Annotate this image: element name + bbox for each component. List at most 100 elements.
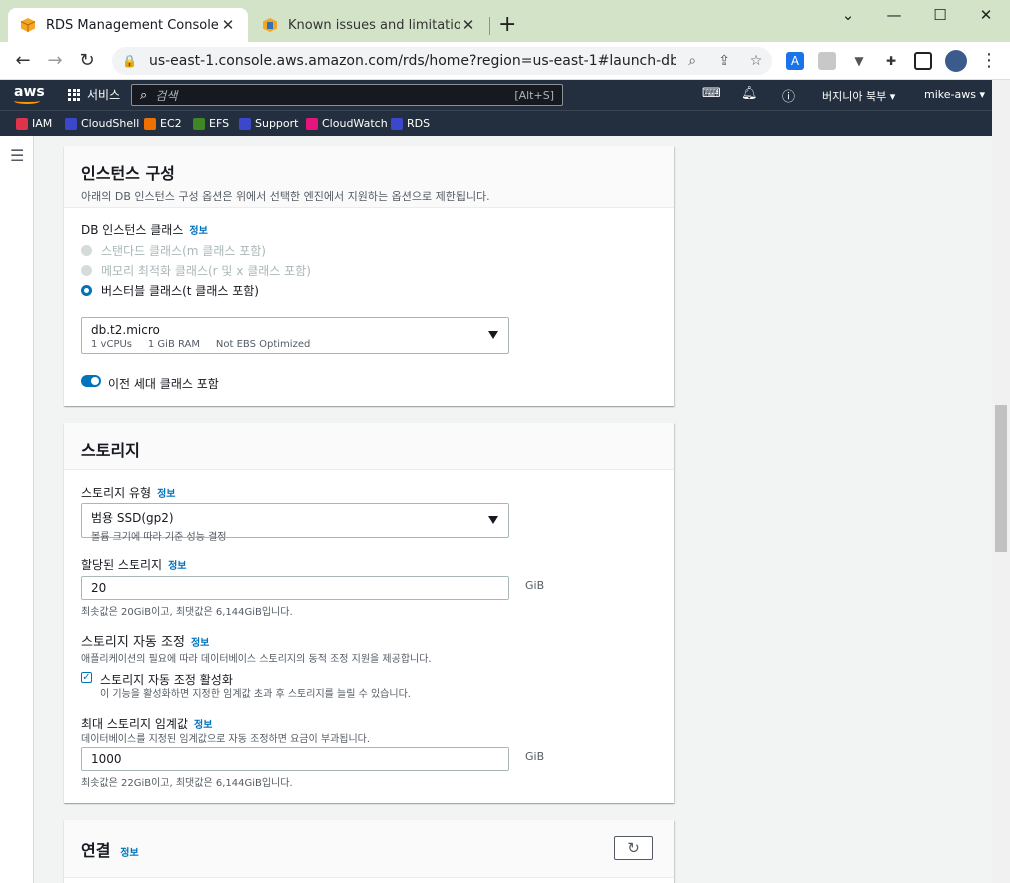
window-close-icon[interactable]: ✕ — [976, 6, 996, 24]
instance-class-details: 1 vCPUs 1 GiB RAM Not EBS Optimized — [91, 339, 311, 350]
tab-rds-console[interactable]: RDS Management Console ✕ — [8, 8, 248, 42]
allocated-storage-label-text: 할당된 스토리지 — [81, 558, 163, 572]
storage-autoscaling-title-text: 스토리지 자동 조정 — [81, 635, 185, 650]
address-bar[interactable]: 🔒 us-east-1.console.aws.amazon.com/rds/h… — [112, 47, 772, 75]
storage-header: 스토리지 — [64, 423, 674, 470]
max-storage-threshold-input[interactable]: 1000 — [81, 747, 509, 771]
hamburger-menu-icon[interactable]: ☰ — [10, 146, 24, 165]
instance-config-header: 인스턴스 구성 아래의 DB 인스턴스 구성 옵션은 위에서 선택한 엔진에서 … — [64, 146, 674, 208]
info-link[interactable]: 정보 — [120, 848, 138, 859]
lock-icon[interactable]: 🔒 — [122, 54, 137, 68]
services-label: 서비스 — [87, 88, 121, 102]
back-icon[interactable]: ← — [12, 50, 34, 71]
storage-autoscaling-title: 스토리지 자동 조정 정보 — [81, 631, 209, 650]
storage-type-select[interactable]: 범용 SSD(gp2) 볼륨 크기에 따라 기준 성능 결정 — [81, 503, 509, 543]
info-link[interactable]: 정보 — [157, 489, 175, 500]
connectivity-panel: 연결 정보 — [64, 820, 674, 883]
storage-autoscaling-description: 애플리케이션의 필요에 따라 데이터베이스 스토리지의 동적 조정 지원을 제공… — [81, 654, 432, 665]
reload-icon[interactable]: ↻ — [76, 50, 98, 71]
radio-standard-class[interactable]: 스탠다드 클래스(m 클래스 포함) — [81, 242, 266, 259]
radio-button[interactable] — [81, 265, 92, 276]
radio-button[interactable] — [81, 285, 92, 296]
favorite-label: CloudShell — [81, 117, 140, 130]
radio-button[interactable] — [81, 245, 92, 256]
tab-search-chevron-icon[interactable]: ⌄ — [838, 6, 858, 24]
extension-icon[interactable] — [818, 52, 836, 70]
cloudshell-icon[interactable]: ⌨ — [702, 86, 721, 101]
info-link[interactable]: 정보 — [189, 226, 207, 237]
favorite-support[interactable]: Support — [239, 117, 298, 130]
side-navigation-rail: ☰ — [0, 136, 34, 883]
new-tab-icon[interactable]: + — [498, 12, 516, 37]
search-placeholder: 검색 — [155, 88, 178, 103]
instance-config-description: 아래의 DB 인스턴스 구성 옵션은 위에서 선택한 엔진에서 지원하는 옵션으… — [81, 190, 490, 203]
url-text[interactable]: us-east-1.console.aws.amazon.com/rds/hom… — [149, 53, 676, 69]
zoom-search-icon[interactable]: ⌕ — [676, 53, 708, 69]
aws-smile-icon — [14, 98, 40, 104]
favorite-label: Support — [255, 117, 299, 130]
translate-extension-icon[interactable]: A — [786, 52, 804, 70]
previous-generation-toggle[interactable] — [81, 375, 101, 387]
connectivity-header: 연결 정보 — [64, 820, 674, 878]
cloudshell-icon — [65, 117, 77, 130]
max-storage-threshold-label-text: 최대 스토리지 임계값 — [81, 717, 188, 731]
allocated-storage-hint: 최솟값은 20GiB이고, 최댓값은 6,144GiB입니다. — [81, 607, 293, 618]
radio-label: 메모리 최적화 클래스(r 및 x 클래스 포함) — [101, 264, 311, 278]
browser-menu-icon[interactable]: ⋮ — [978, 50, 1000, 71]
previous-generation-label: 이전 세대 클래스 포함 — [108, 377, 219, 391]
favorite-label: RDS — [407, 117, 431, 130]
forward-icon[interactable]: → — [44, 50, 66, 71]
favorite-rds[interactable]: RDS — [391, 117, 430, 130]
close-tab-icon[interactable]: ✕ — [460, 16, 476, 34]
services-grid-icon — [68, 88, 80, 101]
storage-title: 스토리지 — [81, 441, 140, 460]
profile-avatar[interactable] — [945, 50, 967, 72]
extensions-puzzle-icon[interactable]: ✚ — [882, 52, 900, 70]
tab-title: RDS Management Console — [46, 17, 219, 33]
vue-devtools-icon[interactable]: ▼ — [850, 52, 868, 70]
radio-memory-optimized-class[interactable]: 메모리 최적화 클래스(r 및 x 클래스 포함) — [81, 262, 311, 279]
search-input[interactable]: ⌕ 검색 [Alt+S] — [131, 84, 563, 106]
cloudwatch-icon — [306, 117, 318, 130]
toggle-knob — [91, 377, 99, 385]
favorite-cloudshell[interactable]: CloudShell — [65, 117, 139, 130]
bookmark-star-icon[interactable]: ☆ — [740, 53, 772, 69]
favorite-ec2[interactable]: EC2 — [144, 117, 182, 130]
notifications-bell-icon[interactable]: 🔔︎ — [741, 86, 758, 101]
favorite-label: EFS — [209, 117, 230, 130]
favorite-iam[interactable]: IAM — [16, 117, 52, 130]
connectivity-title: 연결 — [81, 841, 111, 860]
help-icon[interactable]: ⓘ — [782, 86, 795, 105]
rds-icon — [391, 117, 403, 130]
refresh-icon: ↻ — [627, 839, 640, 857]
favorite-cloudwatch[interactable]: CloudWatch — [306, 117, 388, 130]
maximize-icon[interactable]: ☐ — [930, 6, 950, 24]
close-tab-icon[interactable]: ✕ — [220, 16, 236, 34]
info-link[interactable]: 정보 — [191, 638, 209, 649]
favorites-bar: IAM CloudShell EC2 EFS Support CloudWatc… — [0, 110, 992, 136]
allocated-storage-input[interactable]: 20 — [81, 576, 509, 600]
favorite-label: IAM — [32, 117, 53, 130]
favorite-label: CloudWatch — [322, 117, 388, 130]
radio-burstable-class[interactable]: 버스터블 클래스(t 클래스 포함) — [81, 282, 259, 299]
instance-class-select[interactable]: db.t2.micro 1 vCPUs 1 GiB RAM Not EBS Op… — [81, 317, 509, 354]
region-selector[interactable]: 버지니아 북부 ▾ — [822, 88, 895, 104]
tab-known-issues[interactable]: Known issues and limitations fo ✕ — [250, 8, 488, 42]
side-panel-icon[interactable] — [914, 52, 932, 70]
selected-storage-type: 범용 SSD(gp2) — [91, 511, 174, 525]
allocated-storage-label: 할당된 스토리지 정보 — [81, 556, 187, 573]
info-link[interactable]: 정보 — [168, 561, 186, 572]
share-icon[interactable]: ⇪ — [708, 53, 740, 69]
dropdown-caret-icon — [488, 515, 498, 524]
aws-top-nav: aws 서비스 ⌕ 검색 [Alt+S] ⌨ 🔔︎ ⓘ 버지니아 북부 ▾ mi… — [0, 80, 992, 110]
storage-type-label-text: 스토리지 유형 — [81, 486, 152, 500]
aws-logo[interactable]: aws — [14, 84, 45, 104]
scrollbar-thumb[interactable] — [995, 405, 1007, 552]
enable-autoscaling-checkbox[interactable]: ✓ — [81, 672, 92, 683]
services-menu-button[interactable]: 서비스 — [68, 86, 120, 103]
account-menu[interactable]: mike-aws ▾ — [924, 88, 985, 101]
minimize-icon[interactable]: — — [884, 6, 904, 24]
enable-autoscaling-description: 이 기능을 활성화하면 지정한 임계값 초과 후 스토리지를 늘릴 수 있습니다… — [100, 689, 411, 700]
favorite-efs[interactable]: EFS — [193, 117, 229, 130]
refresh-button[interactable]: ↻ — [614, 836, 653, 860]
